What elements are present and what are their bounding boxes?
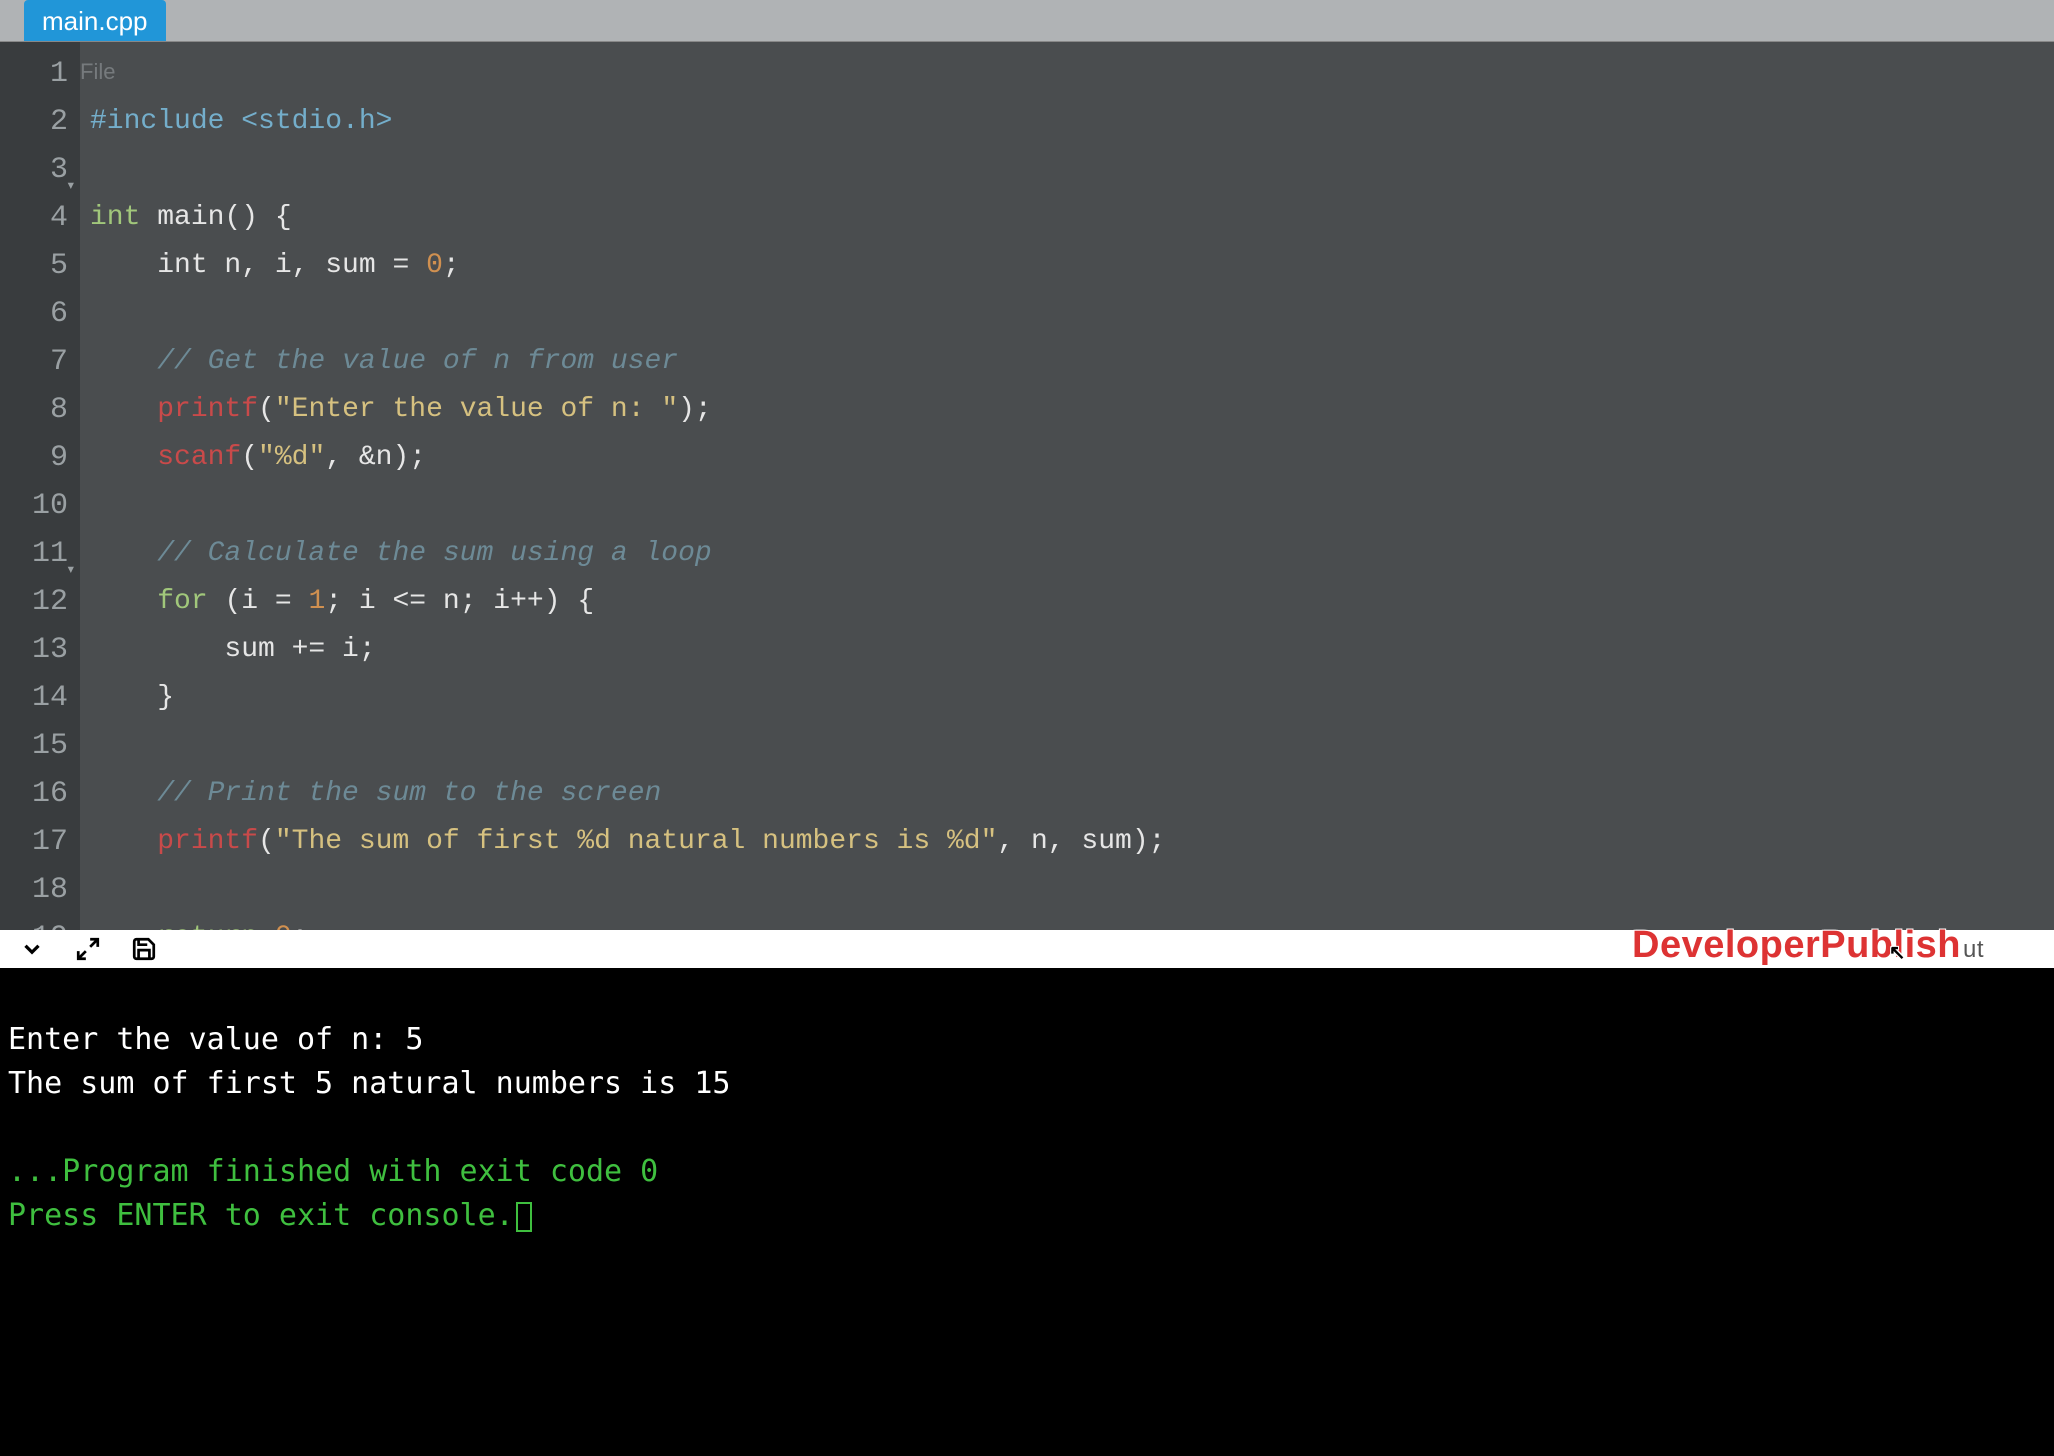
code-editor[interactable]: File #include <stdio.h> int main() { int … bbox=[80, 42, 2054, 930]
code-token: main() { bbox=[140, 202, 291, 233]
line-number: 9 bbox=[4, 434, 68, 482]
code-token bbox=[90, 586, 157, 617]
code-token: ( bbox=[258, 394, 275, 425]
console-line: The sum of first 5 natural numbers is 15 bbox=[8, 1066, 730, 1101]
save-icon[interactable] bbox=[128, 933, 160, 965]
console-line: ...Program finished with exit code 0 bbox=[8, 1154, 658, 1189]
line-number: 3 bbox=[4, 146, 68, 194]
tab-label: main.cpp bbox=[42, 6, 148, 37]
code-token: "Enter the value of n: " bbox=[275, 394, 678, 425]
line-number: 12 bbox=[4, 578, 68, 626]
line-number: 4 bbox=[4, 194, 68, 242]
tab-main-cpp[interactable]: main.cpp bbox=[24, 0, 166, 41]
code-token: ( bbox=[241, 442, 258, 473]
code-token: 1 bbox=[308, 586, 325, 617]
code-token: sum += i; bbox=[90, 634, 376, 665]
code-comment: // Calculate the sum using a loop bbox=[90, 538, 712, 569]
code-token: ; bbox=[292, 922, 309, 930]
line-number: 14 bbox=[4, 674, 68, 722]
code-token: 0 bbox=[426, 250, 443, 281]
code-token bbox=[258, 922, 275, 930]
console-toolbar: DeveloperPublishut ↖ bbox=[0, 930, 2054, 968]
line-number: 13 bbox=[4, 626, 68, 674]
code-token: , n, sum); bbox=[997, 826, 1165, 857]
line-number: 6 bbox=[4, 290, 68, 338]
line-number: 11 bbox=[4, 530, 68, 578]
code-token bbox=[90, 826, 157, 857]
code-token: scanf bbox=[157, 442, 241, 473]
code-token: "The sum of first %d natural numbers is … bbox=[275, 826, 998, 857]
code-token: ; i <= n; i++) { bbox=[325, 586, 594, 617]
line-number: 1 bbox=[4, 50, 68, 98]
code-token: printf bbox=[157, 826, 258, 857]
code-token: "%d" bbox=[258, 442, 325, 473]
code-token: (i = bbox=[208, 586, 309, 617]
tab-bar: main.cpp bbox=[0, 0, 2054, 42]
code-token: int n, i, sum = bbox=[90, 250, 426, 281]
line-number: 8 bbox=[4, 386, 68, 434]
line-number: 15 bbox=[4, 722, 68, 770]
expand-icon[interactable] bbox=[72, 933, 104, 965]
chevron-down-icon[interactable] bbox=[16, 933, 48, 965]
line-number: 2 bbox=[4, 98, 68, 146]
code-comment: // Get the value of n from user bbox=[90, 346, 678, 377]
line-number: 16 bbox=[4, 770, 68, 818]
watermark: DeveloperPublishut ↖ bbox=[1632, 924, 1984, 967]
console-line: Enter the value of n: 5 bbox=[8, 1022, 423, 1057]
code-comment: // Print the sum to the screen bbox=[90, 778, 661, 809]
line-number: 17 bbox=[4, 818, 68, 866]
watermark-suffix: ut bbox=[1963, 936, 1984, 963]
line-number: 5 bbox=[4, 242, 68, 290]
code-token: printf bbox=[157, 394, 258, 425]
code-token: for bbox=[157, 586, 207, 617]
watermark-text: DeveloperPublish bbox=[1632, 924, 1961, 966]
code-token: , &n); bbox=[325, 442, 426, 473]
editor-area: 1 2 3 4 5 6 7 8 9 10 11 12 13 14 15 16 1… bbox=[0, 42, 2054, 930]
code-token bbox=[90, 922, 157, 930]
console-cursor bbox=[516, 1202, 532, 1232]
line-number: 7 bbox=[4, 338, 68, 386]
code-token bbox=[90, 442, 157, 473]
code-token: } bbox=[90, 682, 174, 713]
code-token: ; bbox=[443, 250, 460, 281]
code-token: <stdio.h> bbox=[224, 106, 392, 137]
code-token: return bbox=[157, 922, 258, 930]
line-number-gutter: 1 2 3 4 5 6 7 8 9 10 11 12 13 14 15 16 1… bbox=[0, 42, 80, 930]
ghost-file-label: File bbox=[80, 48, 115, 96]
code-token: #include bbox=[90, 106, 224, 137]
code-token bbox=[90, 394, 157, 425]
code-token: 0 bbox=[275, 922, 292, 930]
console-output[interactable]: Enter the value of n: 5 The sum of first… bbox=[0, 968, 2054, 1456]
ide-window: main.cpp 1 2 3 4 5 6 7 8 9 10 11 12 13 1… bbox=[0, 0, 2054, 1456]
code-token: int bbox=[90, 202, 140, 233]
console-line: Press ENTER to exit console. bbox=[8, 1198, 514, 1233]
code-token: ( bbox=[258, 826, 275, 857]
line-number: 18 bbox=[4, 866, 68, 914]
code-token: ); bbox=[678, 394, 712, 425]
line-number: 10 bbox=[4, 482, 68, 530]
